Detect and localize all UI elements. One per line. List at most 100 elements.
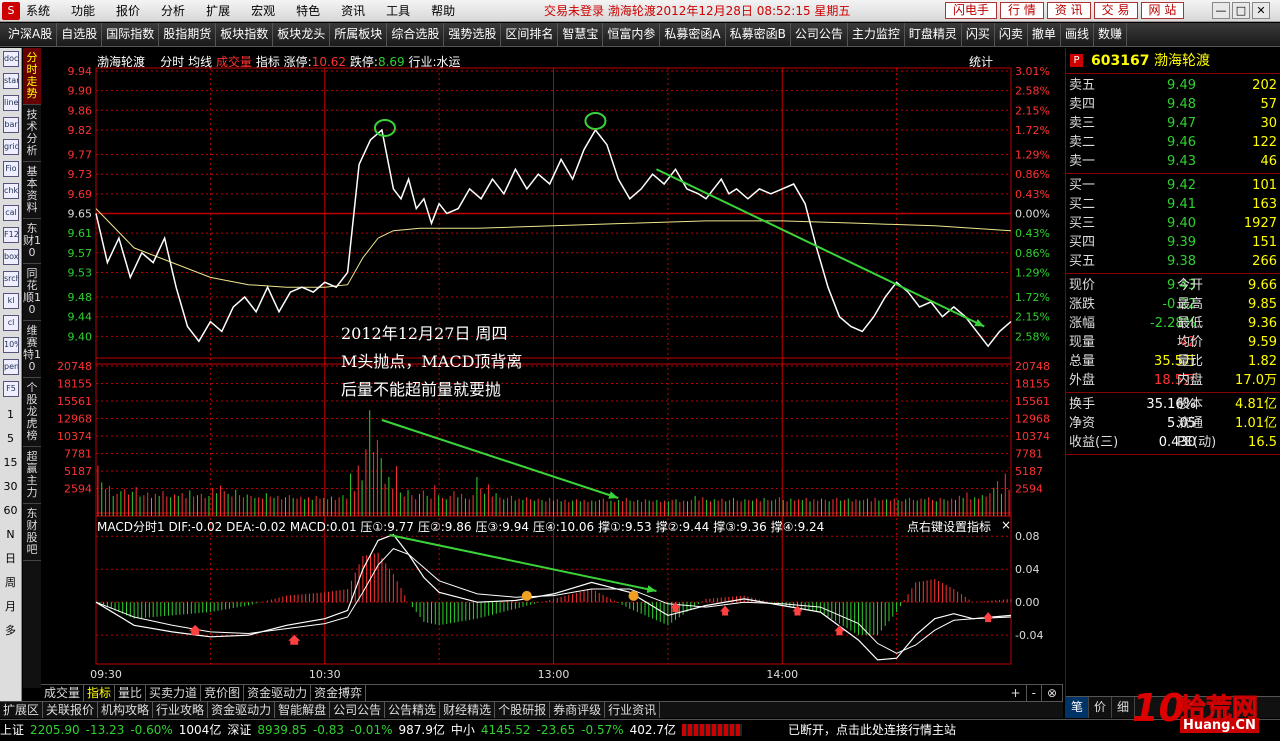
- chart-tab-6[interactable]: 资金搏弈: [311, 685, 367, 701]
- period-button-5[interactable]: N: [0, 523, 21, 547]
- indicator-setting-hint[interactable]: 点右键设置指标: [907, 518, 991, 535]
- period-button-7[interactable]: 周: [0, 571, 21, 595]
- line-chart-icon[interactable]: line: [3, 95, 19, 111]
- toolbar-button-5[interactable]: 板块龙头: [273, 23, 331, 46]
- info-tab-11[interactable]: 行业资讯: [605, 702, 661, 718]
- star-icon[interactable]: star: [3, 73, 19, 89]
- menu-item-7[interactable]: 资讯: [341, 0, 365, 22]
- info-tab-8[interactable]: 财经精选: [440, 702, 496, 718]
- macd-close-icon[interactable]: ×: [1001, 518, 1011, 532]
- info-tab-7[interactable]: 公告精选: [385, 702, 441, 718]
- info-tab-3[interactable]: 行业攻略: [153, 702, 209, 718]
- toolbar-button-2[interactable]: 国际指数: [102, 23, 160, 46]
- chart-tab-4[interactable]: 竞价图: [201, 685, 245, 701]
- menu-item-0[interactable]: 系统: [26, 0, 50, 22]
- bar-chart-icon[interactable]: bar: [3, 117, 19, 133]
- menu-item-9[interactable]: 帮助: [431, 0, 455, 22]
- check-icon[interactable]: chk: [3, 183, 19, 199]
- search-icon[interactable]: srch: [3, 271, 19, 287]
- menu-item-5[interactable]: 宏观: [251, 0, 275, 22]
- chart-tab-5[interactable]: 资金驱动力: [244, 685, 312, 701]
- top-button-4[interactable]: 网 站: [1140, 2, 1185, 19]
- info-tab-2[interactable]: 机构攻略: [98, 702, 154, 718]
- info-tab-9[interactable]: 个股研报: [495, 702, 551, 718]
- menu-item-4[interactable]: 扩展: [206, 0, 230, 22]
- menu-item-1[interactable]: 功能: [71, 0, 95, 22]
- toolbar-button-18[interactable]: 闪卖: [995, 23, 1028, 46]
- period-button-3[interactable]: 30: [0, 475, 21, 499]
- vtab-0[interactable]: 分时走势: [23, 48, 41, 105]
- vtab-1[interactable]: 技术分析: [23, 105, 41, 162]
- toolbar-button-1[interactable]: 自选股: [57, 23, 103, 46]
- kline-icon[interactable]: kl: [3, 293, 19, 309]
- header-item-avgline[interactable]: 均线: [188, 55, 212, 69]
- toolbar-button-17[interactable]: 闪买: [962, 23, 995, 46]
- chart-tab-2[interactable]: 量比: [115, 685, 147, 701]
- toolbar-button-10[interactable]: 智慧宝: [558, 23, 604, 46]
- chart-tab-0[interactable]: 成交量: [41, 685, 85, 701]
- period-button-6[interactable]: 日: [0, 547, 21, 571]
- vtab-4[interactable]: 同花顺10: [23, 264, 41, 321]
- toolbar-button-11[interactable]: 恒富内参: [603, 23, 661, 46]
- toolbar-button-21[interactable]: 数赚: [1094, 23, 1127, 46]
- calendar-icon[interactable]: cal: [3, 205, 19, 221]
- zoom-in-icon[interactable]: +: [1006, 685, 1027, 701]
- toolbar-button-0[interactable]: 沪深A股: [4, 23, 58, 46]
- minimize-icon[interactable]: —: [1212, 2, 1230, 19]
- period-button-8[interactable]: 月: [0, 595, 21, 619]
- vtab-6[interactable]: 个股龙虎榜: [23, 378, 41, 447]
- quote-tab-1[interactable]: 价: [1089, 697, 1113, 718]
- info-tab-1[interactable]: 关联报价: [43, 702, 99, 718]
- info-tab-6[interactable]: 公司公告: [330, 702, 386, 718]
- top-button-3[interactable]: 交 易: [1093, 2, 1138, 19]
- menu-item-6[interactable]: 特色: [296, 0, 320, 22]
- chart-tab-3[interactable]: 买卖力道: [146, 685, 202, 701]
- vtab-8[interactable]: 东财股吧: [23, 504, 41, 561]
- top-button-0[interactable]: 闪电手: [945, 2, 998, 19]
- quote-tab-0[interactable]: 笔: [1066, 697, 1090, 718]
- f5-icon[interactable]: F5: [3, 381, 19, 397]
- toolbar-button-15[interactable]: 主力监控: [848, 23, 905, 46]
- toolbar-button-6[interactable]: 所属板块: [330, 23, 388, 46]
- header-item-volume[interactable]: 成交量: [216, 55, 252, 69]
- vtab-2[interactable]: 基本资料: [23, 162, 41, 219]
- period-button-4[interactable]: 60: [0, 499, 21, 523]
- grid-icon[interactable]: grid: [3, 139, 19, 155]
- toolbar-button-3[interactable]: 股指期货: [159, 23, 217, 46]
- menu-item-3[interactable]: 分析: [161, 0, 185, 22]
- info-tab-0[interactable]: 扩展区: [0, 702, 44, 718]
- toolbar-button-7[interactable]: 综合选股: [387, 23, 445, 46]
- connection-status[interactable]: 已断开，点击此处连接行情主站: [788, 720, 956, 741]
- toolbar-button-4[interactable]: 板块指数: [216, 23, 274, 46]
- close-icon[interactable]: ✕: [1252, 2, 1270, 19]
- info-tab-10[interactable]: 券商评级: [550, 702, 606, 718]
- fio-icon[interactable]: Fio: [3, 161, 19, 177]
- toolbar-button-8[interactable]: 强势选股: [444, 23, 502, 46]
- toolbar-button-13[interactable]: 私募密函B: [726, 23, 791, 46]
- intraday-chart[interactable]: 9.94 3.01% 9.90 2.58% 9.86 2.15% 9.82 1.72% 9.77…: [41, 48, 1063, 684]
- top-button-1[interactable]: 行 情: [1000, 2, 1044, 19]
- header-item-fenshi[interactable]: 分时: [160, 55, 184, 69]
- box-icon[interactable]: box: [3, 249, 19, 265]
- stat-button[interactable]: 统计: [969, 53, 993, 70]
- percent-icon[interactable]: 10%: [3, 337, 19, 353]
- toolbar-button-9[interactable]: 区间排名: [501, 23, 559, 46]
- document-icon[interactable]: doc: [3, 51, 19, 67]
- toolbar-button-20[interactable]: 画线: [1061, 23, 1094, 46]
- reset-icon[interactable]: ⊗: [1042, 685, 1063, 701]
- toolbar-button-19[interactable]: 撤单: [1028, 23, 1061, 46]
- pen-icon[interactable]: pen: [3, 359, 19, 375]
- period-button-1[interactable]: 5: [0, 427, 21, 451]
- toolbar-button-16[interactable]: 盯盘精灵: [905, 23, 962, 46]
- chart-tab-1[interactable]: 指标: [84, 685, 116, 701]
- vtab-7[interactable]: 超赢主力: [23, 447, 41, 504]
- toolbar-button-14[interactable]: 公司公告: [791, 23, 848, 46]
- period-button-2[interactable]: 15: [0, 451, 21, 475]
- top-button-2[interactable]: 资 讯: [1046, 2, 1091, 19]
- vtab-5[interactable]: 维赛特10: [23, 321, 41, 378]
- header-item-indicator[interactable]: 指标: [256, 55, 280, 69]
- zoom-out-icon[interactable]: -: [1027, 685, 1042, 701]
- f12-icon[interactable]: F12: [3, 227, 19, 243]
- period-button-9[interactable]: 多: [0, 619, 21, 643]
- info-tab-5[interactable]: 智能解盘: [275, 702, 331, 718]
